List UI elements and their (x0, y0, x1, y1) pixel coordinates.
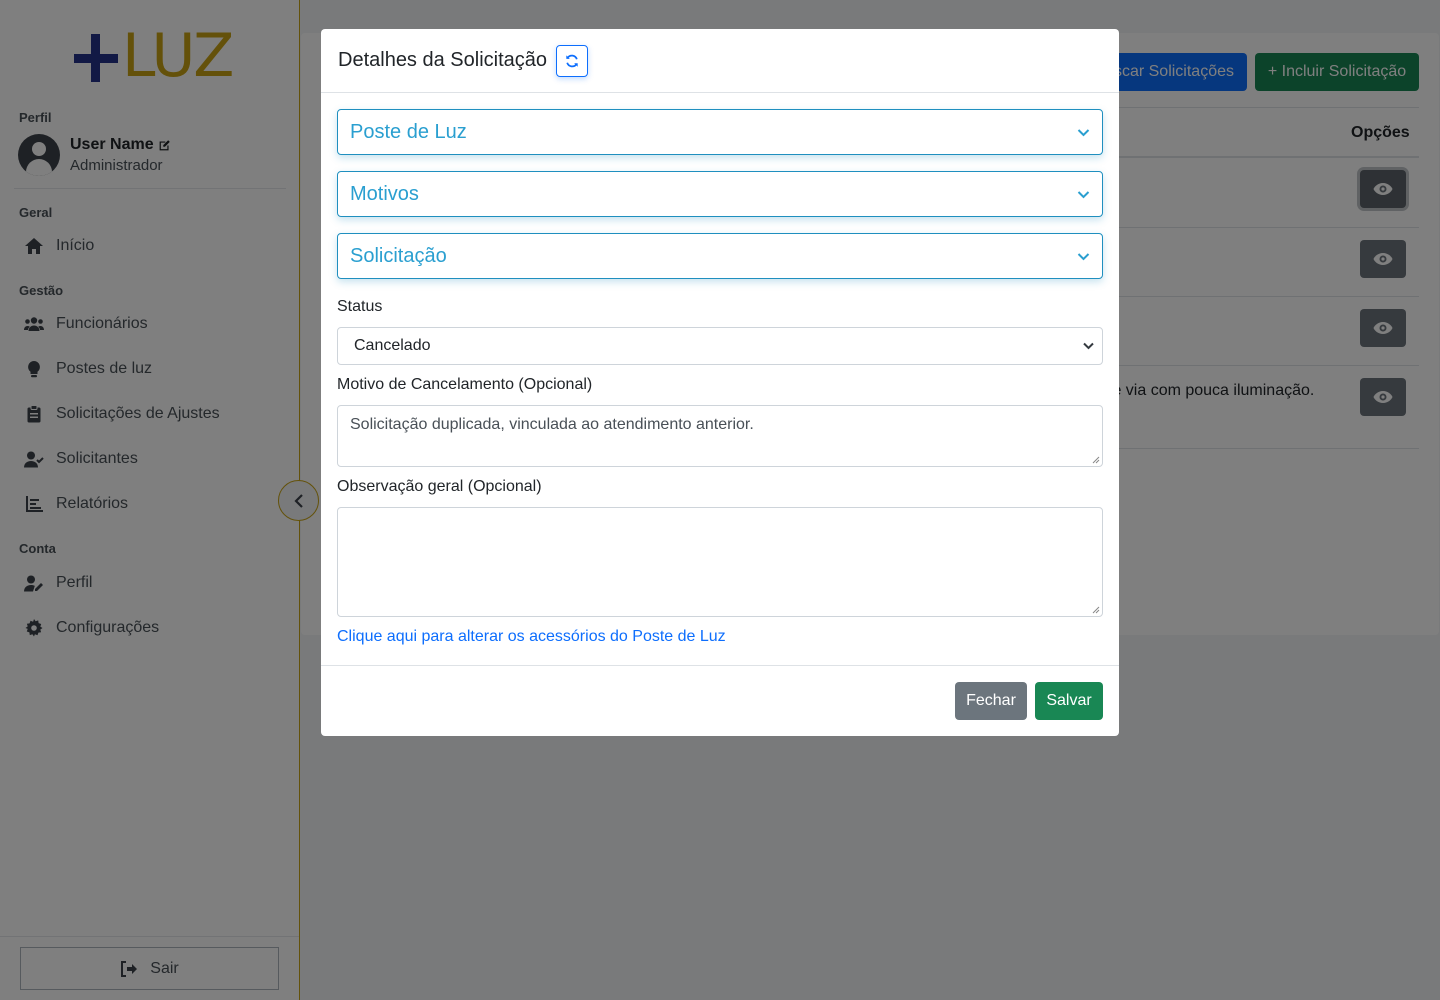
observation-textarea[interactable] (337, 507, 1103, 617)
accordion-title: Solicitação (350, 244, 447, 267)
cancel-reason-text: Solicitação duplicada, vinculada ao aten… (350, 416, 754, 433)
accordion-solicitacao[interactable]: Solicitação (337, 233, 1103, 279)
resize-handle-icon[interactable] (1091, 605, 1100, 614)
status-label: Status (337, 298, 383, 315)
accordion-motivos[interactable]: Motivos (337, 171, 1103, 217)
accordion-title: Motivos (350, 182, 419, 205)
chevron-down-icon (1077, 128, 1090, 137)
chevron-down-icon (1077, 190, 1090, 199)
accordion-poste-de-luz[interactable]: Poste de Luz (337, 109, 1103, 155)
resize-handle-icon[interactable] (1091, 455, 1100, 464)
status-selected-value: Cancelado (354, 337, 431, 354)
chevron-down-icon (1083, 342, 1094, 350)
chevron-down-icon (1077, 252, 1090, 261)
modal-header: Detalhes da Solicitação (321, 29, 1119, 93)
cancel-reason-label: Motivo de Cancelamento (Opcional) (337, 376, 593, 393)
modal-title: Detalhes da Solicitação (338, 49, 548, 71)
observation-label: Observação geral (Opcional) (337, 478, 542, 495)
close-button[interactable]: Fechar (955, 682, 1027, 720)
accessories-link[interactable]: Clique aqui para alterar os acessórios d… (337, 628, 726, 646)
status-select[interactable]: Cancelado (337, 327, 1103, 365)
cancel-reason-textarea[interactable]: Solicitação duplicada, vinculada ao aten… (337, 405, 1103, 467)
accordion-title: Poste de Luz (350, 120, 467, 143)
save-button[interactable]: Salvar (1035, 682, 1103, 720)
request-details-modal: Detalhes da Solicitação Poste de Luz Mot… (321, 29, 1119, 736)
refresh-button[interactable] (556, 44, 589, 77)
refresh-icon (565, 54, 579, 68)
